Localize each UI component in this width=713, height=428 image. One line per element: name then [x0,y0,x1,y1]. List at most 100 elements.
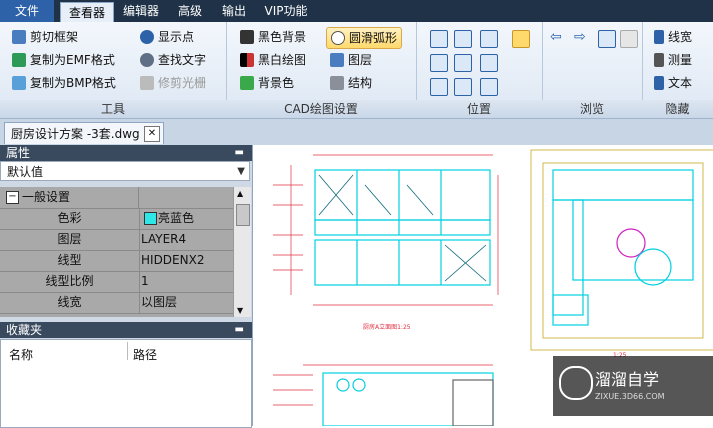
property-row[interactable]: 一般设置 − [0,187,233,209]
text-button[interactable]: 文本 [654,73,692,93]
smooth-arc-button[interactable]: 圆滑弧形 [326,27,403,49]
bmp-icon [12,76,26,90]
properties-panel: 属性 ▬ 默认值 ▼ 一般设置 − 色彩 亮蓝色 图层 LAYER4 线型 HI… [0,145,252,428]
crop-frame-button[interactable]: 剪切框架 [12,27,78,47]
property-value: 亮蓝色 [158,211,195,225]
view-options-icon[interactable] [480,78,498,96]
emf-icon [12,53,26,67]
tools-group-label: 工具 [0,100,226,118]
menu-viewer[interactable]: 查看器 [60,2,114,23]
rotate-view-icon[interactable] [430,54,448,72]
property-key: 线宽 [0,292,140,313]
bw-icon [240,53,254,67]
lineweight-button[interactable]: 线宽 [654,27,692,47]
black-bg-icon [240,30,254,44]
dimension-lines [273,154,499,406]
orbit-icon[interactable] [454,78,472,96]
property-value: 1 [141,274,149,288]
menu-vip[interactable]: VIP功能 [258,0,314,22]
watermark-url: ZIXUE.3D66.COM [595,392,665,401]
property-row[interactable]: 线型比例 1 [0,271,233,293]
document-tab[interactable]: 厨房设计方案 -3套.dwg ✕ [4,122,164,144]
preset-select[interactable]: 默认值 ▼ [0,161,250,181]
ribbon: 剪切框架 复制为EMF格式 复制为BMP格式 显示点 查找文字 修剪光栅 工具 … [0,22,713,119]
favorites-col-path[interactable]: 路径 [133,346,157,363]
collapse-icon[interactable]: − [6,191,19,204]
raster-icon [140,76,154,90]
black-background-button[interactable]: 黑色背景 [240,27,306,47]
property-key: 色彩 [0,208,140,229]
color-swatch [144,212,157,225]
copy-emf-button[interactable]: 复制为EMF格式 [12,50,115,70]
favorites-list: 名称 路径 [0,339,252,428]
menu-output[interactable]: 输出 [216,0,252,22]
property-row[interactable]: 色彩 亮蓝色 [0,208,233,230]
structure-button[interactable]: 结构 [330,73,372,93]
scroll-up-icon[interactable]: ▲ [237,189,243,198]
property-row[interactable]: 线宽 以图层 [0,292,233,314]
menu-file[interactable]: 文件 [0,0,54,22]
back-arrow-icon[interactable]: ⇦ [550,29,562,45]
property-key: 一般设置 [0,187,139,208]
property-value: 以图层 [141,295,178,309]
close-icon[interactable]: ✕ [144,126,160,142]
show-points-button[interactable]: 显示点 [140,27,194,47]
trim-raster-button[interactable]: 修剪光栅 [140,73,206,93]
background-color-button[interactable]: 背景色 [240,73,294,93]
forward-arrow-icon[interactable]: ⇨ [574,29,586,45]
pin-icon[interactable]: ▬ [235,322,244,338]
menu-advanced[interactable]: 高级 [170,0,210,22]
property-row[interactable]: 图层 LAYER4 [0,229,233,251]
tools-group: 剪切框架 复制为EMF格式 复制为BMP格式 显示点 查找文字 修剪光栅 工具 [0,22,227,118]
watermark: 溜溜自学 ZIXUE.3D66.COM [553,356,713,416]
points-icon [140,30,154,44]
fit-window-icon[interactable] [430,30,448,48]
scroll-thumb[interactable] [236,204,250,226]
measure-icon [654,53,664,67]
pan-hand-icon[interactable] [512,30,530,48]
property-key: 图层 [0,229,140,250]
text-icon [654,76,664,90]
property-value: LAYER4 [141,232,187,246]
bg-color-icon [240,76,254,90]
watermark-brand: 溜溜自学 [595,370,660,389]
preset-value: 默认值 [7,165,44,179]
view-3d-icon[interactable] [430,78,448,96]
layers-button[interactable]: 图层 [330,50,372,70]
zoom-in-icon[interactable] [480,30,498,48]
scroll-down-icon[interactable]: ▼ [237,306,243,315]
find-text-button[interactable]: 查找文字 [140,50,206,70]
menu-bar: 文件 查看器 编辑器 高级 输出 VIP功能 [0,0,713,23]
property-row[interactable]: 线型 HIDDENX2 [0,250,233,272]
black-white-button[interactable]: 黑白绘图 [240,50,306,70]
stop-icon[interactable] [620,30,638,48]
favorites-col-name[interactable]: 名称 [9,346,33,363]
favorites-header: 收藏夹 ▬ [0,322,252,338]
properties-scrollbar[interactable]: ▲ ▼ [233,187,251,317]
menu-editor[interactable]: 编辑器 [118,0,164,22]
structure-icon [330,76,344,90]
document-tab-title: 厨房设计方案 -3套.dwg [11,127,140,141]
measure-button[interactable]: 测量 [654,50,692,70]
elevation-a-detail [318,174,487,282]
hide-label: 隐藏 [642,100,713,118]
cad-settings-label: CAD绘图设置 [226,100,416,118]
position-label: 位置 [416,100,542,118]
property-key: 线型 [0,250,140,271]
floor-plan [552,169,694,326]
zoom-window-icon[interactable] [454,30,472,48]
position-group: 位置 [416,22,543,118]
property-value: HIDDENX2 [141,253,205,267]
document-tab-strip: 厨房设计方案 -3套.dwg ✕ [0,119,713,145]
pin-icon[interactable]: ▬ [235,145,244,161]
play-logo-icon [559,366,593,400]
copy-bmp-button[interactable]: 复制为BMP格式 [12,73,116,93]
elevation-b [322,372,494,426]
floor-plan-walls [530,149,713,351]
column-divider [127,342,128,360]
elevation-a-label: 厨房A立面图1:25 [363,323,411,331]
find-icon [140,53,154,67]
refresh-icon[interactable] [598,30,616,48]
extents-icon[interactable] [454,54,472,72]
zoom-out-icon[interactable] [480,54,498,72]
